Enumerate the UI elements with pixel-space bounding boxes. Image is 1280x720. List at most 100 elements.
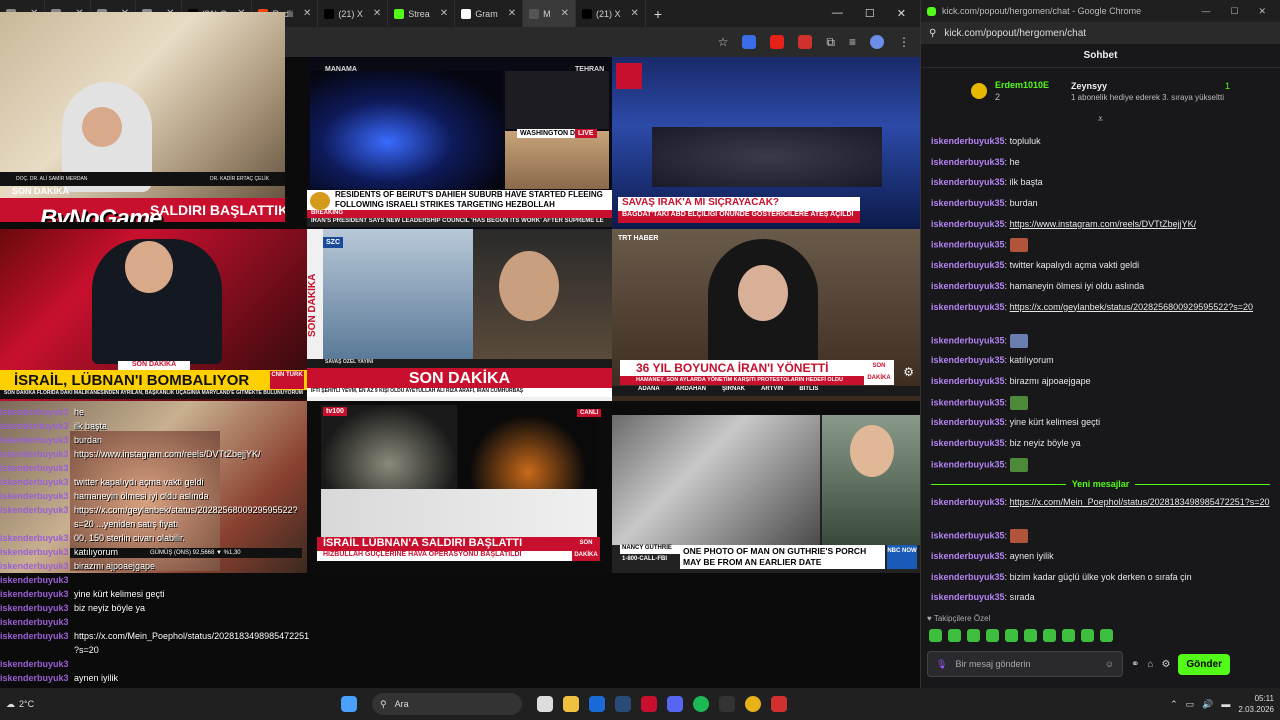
quick-emote-icon[interactable] [948, 629, 961, 642]
spotify-icon[interactable] [693, 696, 709, 712]
extensions-puzzle-icon[interactable]: ⧉ [826, 35, 835, 50]
news-tile-cnnturk[interactable]: SON DAKİKA İSRAİL, LÜBNAN'I BOMBALIYOR C… [0, 229, 307, 401]
quick-emote-icon[interactable] [967, 629, 980, 642]
popout-url[interactable]: kick.com/popout/hergomen/chat [944, 28, 1086, 39]
news-tile-trthaber[interactable]: TRT HABER 36 YIL BOYUNCA İRAN'I YÖNETTİ … [612, 229, 920, 401]
tab-close-icon[interactable]: ✕ [630, 8, 638, 19]
new-tab-button[interactable]: + [646, 6, 670, 22]
chat-username[interactable]: iskenderbuyuk35 [931, 551, 1005, 561]
chat-username[interactable]: iskenderbuyuk35 [931, 260, 1005, 270]
recipient-name[interactable]: Zeynsyy [1071, 81, 1107, 91]
browser-tab[interactable]: (21) X ✕ [318, 0, 389, 27]
tab-close-icon[interactable]: ✕ [440, 8, 448, 19]
chat-username[interactable]: iskenderbuyuk35 [931, 497, 1005, 507]
discord-icon[interactable] [667, 696, 683, 712]
news-tile-aljazeera[interactable]: MANAMA TEHRAN WASHINGTON DC LIVE RESIDEN… [307, 57, 612, 229]
link-icon[interactable]: ⚭ [1131, 659, 1139, 670]
extension-icon[interactable] [798, 35, 813, 49]
chat-username[interactable]: iskenderbuyuk35 [931, 240, 1005, 250]
emoji-picker-icon[interactable]: ☺ [1105, 659, 1114, 669]
taskbar-clock[interactable]: 05:11 2.03.2026 [1238, 693, 1274, 715]
chat-username[interactable]: iskenderbuyuk35 [931, 376, 1005, 386]
chat-username[interactable]: iskenderbuyuk35 [931, 219, 1005, 229]
news-tile-tv100[interactable]: tv100 CANLI İSRAİL LÜBNAN'A SALDIRI BAŞL… [307, 401, 612, 573]
volume-icon[interactable]: 🔊 [1202, 699, 1213, 710]
browser-tab[interactable]: M ✕ [523, 0, 576, 27]
quick-emote-icon[interactable] [1100, 629, 1113, 642]
chat-username[interactable]: iskenderbuyuk35 [931, 397, 1005, 407]
browser-tab[interactable]: Gram ✕ [455, 0, 524, 27]
headline-lower-third: 36 YIL BOYUNCA İRAN'I YÖNETTİ [620, 360, 864, 376]
quick-emote-icon[interactable] [1005, 629, 1018, 642]
quick-emote-icon[interactable] [1043, 629, 1056, 642]
chat-username[interactable]: iskenderbuyuk35 [931, 438, 1005, 448]
chat-username[interactable]: iskenderbuyuk35 [931, 531, 1005, 541]
chat-username[interactable]: iskenderbuyuk35 [931, 177, 1005, 187]
weather-widget[interactable]: ☁ 2°C [6, 699, 336, 710]
youtube-extension-icon[interactable] [770, 35, 785, 49]
gift-leader-banner[interactable]: Erdem1010E 2 Zeynsyy 1 1 abonelik hediye… [927, 72, 1274, 110]
windows-start-icon[interactable] [341, 696, 357, 712]
chat-username[interactable]: iskenderbuyuk35 [931, 355, 1005, 365]
taskbar-search[interactable]: ⚲ Ara [372, 693, 522, 715]
chat-username[interactable]: iskenderbuyuk35 [931, 592, 1005, 602]
chat-input[interactable]: 🎙 Bir mesaj gönderin ☺ [927, 651, 1123, 677]
quick-emote-icon[interactable] [1081, 629, 1094, 642]
chat-username[interactable]: iskenderbuyuk35 [931, 281, 1005, 291]
settings-gear-icon[interactable]: ⚙ [903, 365, 914, 379]
tab-close-icon[interactable]: ✕ [373, 8, 381, 19]
chat-username[interactable]: iskenderbuyuk35 [931, 417, 1005, 427]
chat-link[interactable]: https://x.com/Mein_Poephol/status/202818… [1010, 497, 1270, 507]
news-tile-nbc[interactable]: NANCY GUTHRIE 1-800-CALL-FBI ONE PHOTO O… [612, 415, 920, 573]
chat-username[interactable]: iskenderbuyuk35 [931, 335, 1005, 345]
network-icon[interactable]: ▭ [1186, 699, 1195, 710]
tab-close-icon[interactable]: ✕ [508, 8, 516, 19]
maximize-icon[interactable]: ☐ [1230, 6, 1238, 17]
mic-icon[interactable]: 🎙 [936, 659, 947, 670]
menu-kebab-icon[interactable]: ⋮ [898, 35, 910, 49]
pinned-toggle-icon[interactable]: ⩡ [921, 114, 1280, 128]
media-control-icon[interactable]: ≡ [849, 35, 856, 49]
browser-tab[interactable]: Strea ✕ [388, 0, 456, 27]
steam-icon[interactable] [615, 696, 631, 712]
minimize-icon[interactable]: — [1201, 6, 1210, 17]
task-view-icon[interactable] [537, 696, 553, 712]
epic-games-icon[interactable] [719, 696, 735, 712]
tab-close-icon[interactable]: ✕ [303, 8, 311, 19]
news-tile-halktv[interactable]: SAVAŞ IRAK'A MI SIÇRAYACAK? BAĞDAT'TAKİ … [612, 57, 920, 229]
store-icon[interactable]: ⌂ [1147, 659, 1153, 670]
chrome-icon[interactable] [745, 696, 761, 712]
chat-link[interactable]: https://x.com/geylanbek/status/202825680… [1010, 302, 1253, 312]
chat-link[interactable]: https://www.instagram.com/reels/DVTtZbej… [1010, 219, 1197, 229]
quick-emote-icon[interactable] [1024, 629, 1037, 642]
quick-emote-icon[interactable] [986, 629, 999, 642]
app-icon[interactable] [771, 696, 787, 712]
extension-icon[interactable] [742, 35, 757, 49]
news-tile-szc[interactable]: SZC SON DAKİKA SAVAŞ ÖZEL YAYINI SON DAK… [307, 229, 612, 401]
quick-emote-icon[interactable] [929, 629, 942, 642]
profile-avatar[interactable] [870, 35, 884, 49]
chat-username[interactable]: iskenderbuyuk35 [931, 459, 1005, 469]
battery-icon[interactable]: ▬ [1221, 699, 1230, 709]
browser-tab[interactable]: (21) X ✕ [576, 0, 646, 27]
file-explorer-icon[interactable] [563, 696, 579, 712]
bookmark-star-icon[interactable]: ☆ [718, 35, 729, 49]
gifter-name[interactable]: Erdem1010E [995, 80, 1063, 90]
send-button[interactable]: Gönder [1178, 653, 1230, 675]
site-info-icon[interactable]: ⚲ [929, 28, 936, 39]
tab-close-icon[interactable]: ✕ [561, 8, 569, 19]
outlook-icon[interactable] [589, 696, 605, 712]
chat-username[interactable]: iskenderbuyuk35 [931, 198, 1005, 208]
app-icon[interactable] [641, 696, 657, 712]
close-icon[interactable]: ✕ [897, 7, 906, 20]
minimize-icon[interactable]: — [832, 7, 843, 20]
maximize-icon[interactable]: ☐ [865, 7, 875, 20]
chat-username[interactable]: iskenderbuyuk35 [931, 572, 1005, 582]
tray-overflow-icon[interactable]: ⌃ [1170, 699, 1178, 710]
chat-username[interactable]: iskenderbuyuk35 [931, 136, 1005, 146]
quick-emote-icon[interactable] [1062, 629, 1075, 642]
chat-username[interactable]: iskenderbuyuk35 [931, 157, 1005, 167]
chat-username[interactable]: iskenderbuyuk35 [931, 302, 1005, 312]
chat-settings-gear-icon[interactable]: ⚙ [1161, 659, 1170, 670]
close-icon[interactable]: ✕ [1258, 6, 1266, 17]
